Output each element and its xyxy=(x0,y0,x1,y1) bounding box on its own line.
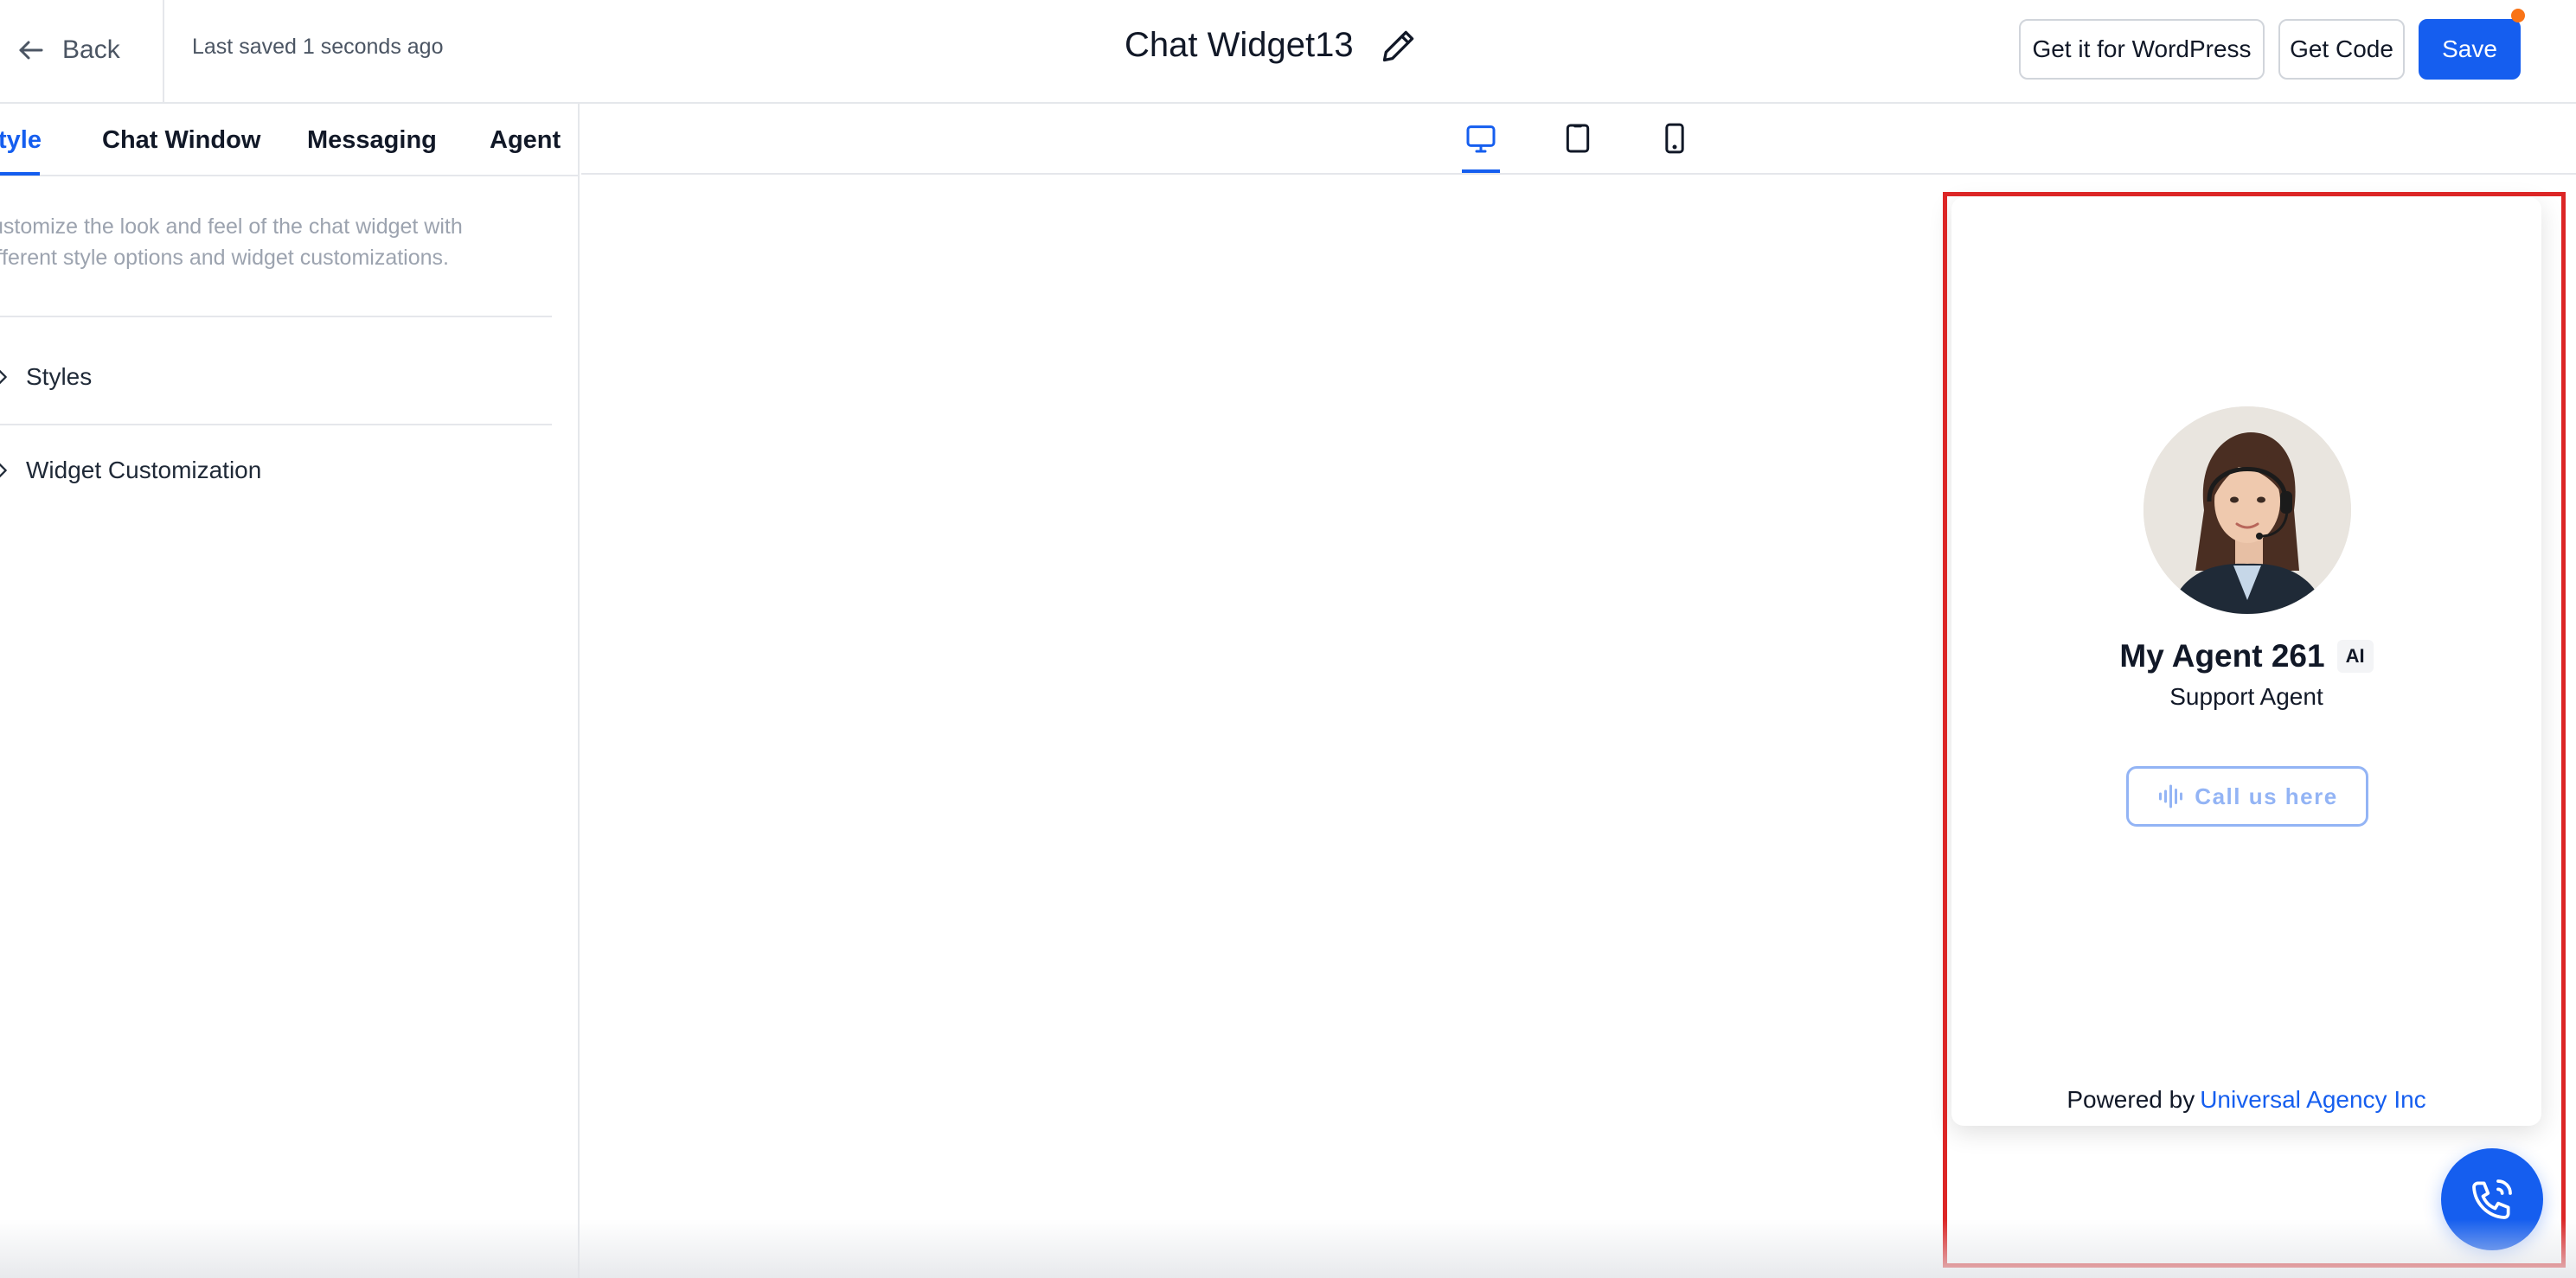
last-saved-status: Last saved 1 seconds ago xyxy=(192,35,444,59)
top-bar: Back Last saved 1 seconds ago Chat Widge… xyxy=(0,0,2576,104)
settings-panel: tyle Chat Window Messaging Agent ustomiz… xyxy=(0,104,580,1278)
chevron-right-icon xyxy=(0,463,7,478)
panel-description: ustomize the look and feel of the chat w… xyxy=(0,211,528,273)
get-code-button[interactable]: Get Code xyxy=(2278,19,2405,80)
preview-toolbar-divider xyxy=(581,173,2576,175)
accordion-styles[interactable]: Styles xyxy=(0,351,92,403)
panel-description-line-1: ustomize the look and feel of the chat w… xyxy=(0,214,463,239)
tab-messaging[interactable]: Messaging xyxy=(307,126,437,155)
tab-style[interactable]: tyle xyxy=(0,126,42,155)
widget-title: Chat Widget13 xyxy=(1125,26,1354,64)
divider xyxy=(0,424,552,425)
accordion-widget-customization[interactable]: Widget Customization xyxy=(0,444,261,496)
header-divider xyxy=(163,0,164,104)
tab-agent[interactable]: Agent xyxy=(490,126,561,155)
accordion-styles-label: Styles xyxy=(26,363,93,390)
active-tab-indicator xyxy=(0,172,40,176)
monitor-icon xyxy=(1466,125,1496,153)
divider xyxy=(0,316,552,317)
unsaved-indicator-dot xyxy=(2511,9,2525,22)
tablet-icon xyxy=(1566,124,1590,153)
chevron-right-icon xyxy=(0,369,7,385)
title-group: Chat Widget13 xyxy=(1125,26,1418,65)
highlight-annotation-box xyxy=(1943,192,2566,1268)
device-toggle-mobile[interactable] xyxy=(1652,114,1697,163)
tab-chat-window[interactable]: Chat Window xyxy=(102,126,260,155)
get-wordpress-button[interactable]: Get it for WordPress xyxy=(2019,19,2265,80)
device-toggle-tablet[interactable] xyxy=(1555,114,1600,163)
arrow-left-icon xyxy=(19,41,43,60)
back-button[interactable]: Back xyxy=(16,29,120,71)
device-toggle-desktop[interactable] xyxy=(1458,114,1503,163)
back-label: Back xyxy=(62,35,120,64)
accordion-widget-customization-label: Widget Customization xyxy=(26,457,262,483)
panel-description-line-2: ifferent style options and widget custom… xyxy=(0,246,449,270)
mobile-icon xyxy=(1665,123,1684,154)
settings-tabs: tyle Chat Window Messaging Agent xyxy=(0,104,578,176)
pencil-icon[interactable] xyxy=(1380,27,1418,65)
save-button[interactable]: Save xyxy=(2419,19,2521,80)
